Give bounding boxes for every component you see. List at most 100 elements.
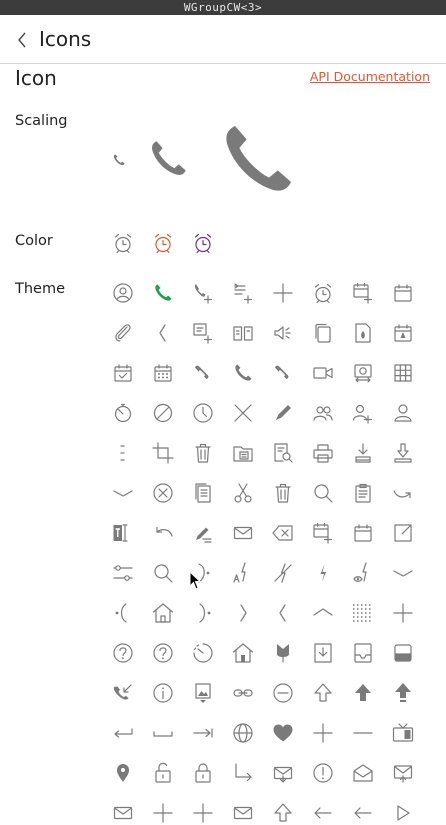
search-doc-icon[interactable] — [271, 441, 295, 465]
redo-icon[interactable] — [391, 481, 415, 505]
more-vertical-icon[interactable] — [111, 441, 135, 465]
location-icon[interactable] — [111, 761, 135, 785]
scissors-icon[interactable] — [231, 481, 255, 505]
share-icon[interactable] — [391, 521, 415, 545]
tulip-icon[interactable] — [271, 641, 295, 665]
video-call-icon[interactable] — [311, 361, 335, 385]
burn-document-icon[interactable] — [351, 321, 375, 345]
timer-dashed-icon[interactable] — [191, 641, 215, 665]
help-icon[interactable] — [111, 641, 135, 665]
speaker-icon[interactable] — [271, 321, 295, 345]
clock-icon[interactable] — [191, 401, 215, 425]
download-doc-icon[interactable] — [351, 441, 375, 465]
arrow-up-outline-icon[interactable] — [311, 681, 335, 705]
red-eye-flash-icon[interactable] — [351, 561, 375, 585]
person-icon[interactable] — [391, 401, 415, 425]
phone-icon[interactable] — [111, 152, 127, 168]
chevron-left-icon[interactable] — [271, 601, 295, 625]
calendar-tree-icon[interactable] — [391, 321, 415, 345]
link-icon[interactable] — [231, 681, 255, 705]
close-circle-icon[interactable] — [151, 481, 175, 505]
heart-icon[interactable] — [271, 721, 295, 745]
minus-circle-icon[interactable] — [271, 681, 295, 705]
timer-icon[interactable] — [111, 401, 135, 425]
chevron-up-icon[interactable] — [311, 601, 335, 625]
add-call-icon[interactable] — [191, 281, 215, 305]
home-icon[interactable] — [151, 601, 175, 625]
mail-icon[interactable] — [231, 521, 255, 545]
add-person-icon[interactable] — [351, 401, 375, 425]
forward-dot-icon[interactable] — [191, 601, 215, 625]
settings-slider-icon[interactable] — [111, 561, 135, 585]
plus-icon[interactable] — [151, 801, 175, 825]
undo-icon[interactable] — [151, 521, 175, 545]
pencil-icon[interactable] — [271, 401, 295, 425]
inbox-icon[interactable] — [351, 641, 375, 665]
play-icon[interactable] — [391, 801, 415, 825]
chevron-down-icon[interactable] — [111, 481, 135, 505]
home-door-icon[interactable] — [231, 641, 255, 665]
phone-icon[interactable] — [143, 134, 193, 184]
crop-icon[interactable] — [151, 441, 175, 465]
search-icon[interactable] — [311, 481, 335, 505]
delete-icon[interactable] — [271, 481, 295, 505]
calendar-icon[interactable] — [391, 281, 415, 305]
open-mail-icon[interactable] — [351, 761, 375, 785]
plus-icon[interactable] — [191, 801, 215, 825]
alarm-icon[interactable] — [311, 281, 335, 305]
phone-end-icon[interactable] — [191, 361, 215, 385]
enter-icon[interactable] — [111, 721, 135, 745]
tray-icon[interactable] — [391, 641, 415, 665]
unlock-icon[interactable] — [151, 761, 175, 785]
print-icon[interactable] — [311, 441, 335, 465]
plus-icon[interactable] — [391, 601, 415, 625]
camera-switch-icon[interactable] — [351, 361, 375, 385]
add-playlist-icon[interactable] — [231, 281, 255, 305]
grid-icon[interactable] — [391, 361, 415, 385]
dot-grid-icon[interactable] — [351, 601, 375, 625]
info-icon[interactable] — [151, 681, 175, 705]
clipboard-icon[interactable] — [351, 481, 375, 505]
add-calendar-icon[interactable] — [351, 281, 375, 305]
search-icon[interactable] — [151, 561, 175, 585]
mail-icon[interactable] — [111, 801, 135, 825]
alarm-purple-icon[interactable] — [191, 231, 215, 255]
attachment-icon[interactable] — [111, 321, 135, 345]
arrow-up-filled-icon[interactable] — [351, 681, 375, 705]
contact-icon[interactable] — [111, 281, 135, 305]
book-icon[interactable] — [231, 321, 255, 345]
copy-icon[interactable] — [311, 321, 335, 345]
chevron-left-icon[interactable] — [151, 321, 175, 345]
tab-icon[interactable] — [191, 721, 215, 745]
plus-icon[interactable] — [271, 281, 295, 305]
back-dot-icon[interactable] — [111, 601, 135, 625]
flash-off-icon[interactable] — [271, 561, 295, 585]
back-chevron-icon[interactable] — [14, 29, 32, 51]
documents-icon[interactable] — [191, 481, 215, 505]
help-icon[interactable] — [151, 641, 175, 665]
phone-end-icon[interactable] — [271, 361, 295, 385]
mail-icon[interactable] — [231, 801, 255, 825]
download-icon[interactable] — [391, 441, 415, 465]
calendar-check-icon[interactable] — [111, 361, 135, 385]
tv-icon[interactable] — [391, 721, 415, 745]
chevron-down-icon[interactable] — [391, 561, 415, 585]
close-icon[interactable] — [231, 401, 255, 425]
mail-in-icon[interactable] — [391, 761, 415, 785]
calendar-icon[interactable] — [351, 521, 375, 545]
mail-out-icon[interactable] — [271, 761, 295, 785]
alarm-orange-icon[interactable] — [151, 231, 175, 255]
block-icon[interactable] — [151, 401, 175, 425]
phone-green-icon[interactable] — [151, 281, 175, 305]
plus-icon[interactable] — [311, 721, 335, 745]
error-icon[interactable] — [311, 761, 335, 785]
left-arrow-icon[interactable] — [351, 801, 375, 825]
chevron-right-icon[interactable] — [231, 601, 255, 625]
image-frame-icon[interactable] — [191, 681, 215, 705]
minus-icon[interactable] — [351, 721, 375, 745]
auto-flash-icon[interactable] — [231, 561, 255, 585]
phone-icon[interactable] — [231, 361, 255, 385]
calendar-grid-icon[interactable] — [151, 361, 175, 385]
edit-note-icon[interactable] — [191, 521, 215, 545]
lock-icon[interactable] — [191, 761, 215, 785]
